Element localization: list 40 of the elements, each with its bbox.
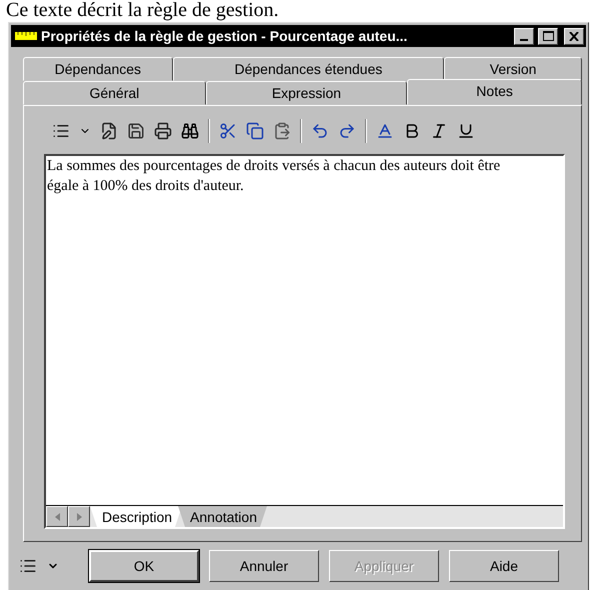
dialog-button[interactable]: Aide	[449, 550, 559, 582]
find-icon[interactable]	[181, 122, 199, 140]
window-title: Propriétés de la règle de gestion - Pourcentage auteu...	[41, 28, 408, 44]
paste-icon[interactable]	[273, 122, 291, 140]
list-icon[interactable]	[52, 122, 70, 140]
notes-editor[interactable]: La sommes des pourcentages de droits versés à chacun des auteurs doit être égale à 100% des droits d'auteur. Description Annotation	[44, 154, 565, 529]
list-icon[interactable]	[19, 557, 37, 575]
scroll-right-button[interactable]	[68, 506, 90, 527]
caption-text: Ce texte décrit la règle de gestion.	[5, 0, 280, 22]
left-arrow-icon	[54, 512, 60, 520]
tab[interactable]: Dépendances	[23, 57, 173, 81]
print-icon[interactable]	[154, 122, 172, 140]
maximize-icon	[542, 31, 554, 41]
tab[interactable]: Notes	[407, 79, 582, 105]
italic-icon[interactable]	[430, 122, 448, 140]
dialog-button[interactable]: Annuler	[209, 550, 319, 582]
cut-icon[interactable]	[219, 122, 237, 140]
underline-icon[interactable]	[457, 122, 475, 140]
sheet-tab[interactable]: Description	[90, 506, 182, 527]
maximize-button[interactable]	[538, 28, 558, 44]
ruler-icon	[15, 32, 37, 40]
edit-icon[interactable]	[100, 122, 118, 140]
copy-icon[interactable]	[246, 122, 264, 140]
tab[interactable]: Général	[23, 81, 206, 105]
notes-text: La sommes des pourcentages de droits versés à chacun des auteurs doit être égale à 100% des droits d'auteur.	[46, 157, 502, 196]
dialog-button[interactable]: OK	[89, 550, 199, 582]
save-icon[interactable]	[127, 122, 145, 140]
close-button[interactable]	[564, 28, 584, 44]
undo-icon[interactable]	[311, 122, 329, 140]
right-arrow-icon	[76, 512, 82, 520]
close-icon	[569, 32, 579, 40]
tab[interactable]: Version	[444, 57, 582, 81]
scroll-left-button[interactable]	[46, 506, 68, 527]
redo-icon[interactable]	[338, 122, 356, 140]
tab[interactable]: Expression	[206, 81, 408, 105]
sheet-tab[interactable]: Annotation	[178, 506, 267, 527]
minimize-icon	[520, 39, 528, 41]
font-icon[interactable]	[376, 122, 394, 140]
minimize-button[interactable]	[514, 28, 534, 44]
tab[interactable]: Dépendances étendues	[172, 57, 444, 81]
